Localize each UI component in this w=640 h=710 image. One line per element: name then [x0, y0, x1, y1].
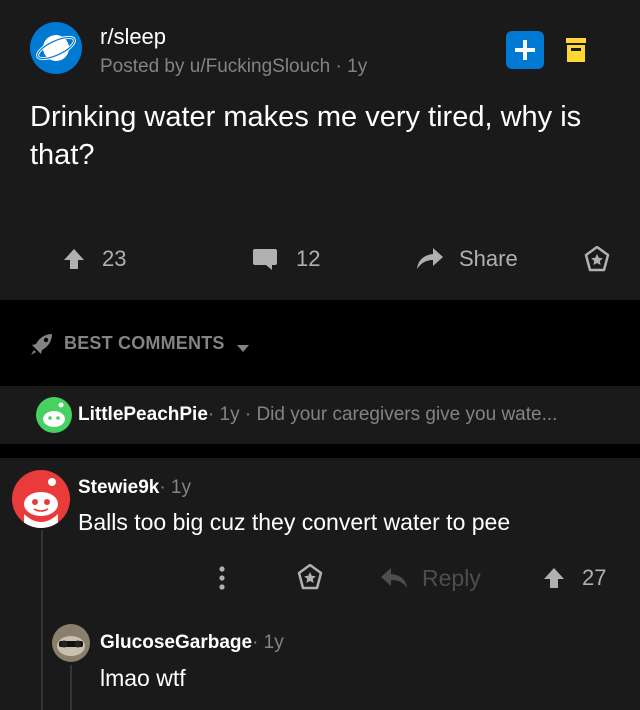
comment-icon: [253, 249, 277, 270]
reply-meta: · 1y: [252, 632, 284, 653]
post-card: r/sleep Posted by u/FuckingSlouch · 1y D…: [0, 0, 640, 300]
reply-label: Reply: [422, 564, 481, 591]
upvote-count: 23: [102, 246, 127, 271]
collapsed-comment-header: LittlePeachPie · 1y · Did your caregiver…: [78, 404, 557, 426]
share-label: Share: [459, 246, 518, 271]
plus-icon: [515, 40, 535, 60]
sort-label[interactable]: BEST COMMENTS: [64, 333, 225, 354]
rocket-icon: [30, 332, 54, 361]
comment-user[interactable]: Stewie9k: [78, 477, 159, 499]
snoo-avatar-icon: [12, 470, 70, 528]
join-button[interactable]: [506, 31, 544, 69]
award-button[interactable]: [584, 238, 610, 280]
reply-body: lmao wtf: [100, 665, 186, 691]
chevron-down-icon[interactable]: [236, 341, 250, 359]
share-button[interactable]: Share: [416, 238, 518, 280]
reply-user[interactable]: GlucoseGarbage: [100, 632, 252, 654]
upvote-icon: [544, 568, 564, 588]
comment-body: Balls too big cuz they convert water to …: [78, 509, 511, 535]
upvote-group[interactable]: 23: [62, 238, 126, 280]
post-actions: 23 12 Share: [0, 238, 640, 280]
award-icon: [584, 246, 610, 272]
collapsed-comment-user[interactable]: LittlePeachPie: [78, 404, 208, 426]
comment-header: Stewie9k · 1y: [78, 477, 191, 499]
thread-line[interactable]: [41, 530, 43, 710]
comment-count: 12: [296, 246, 321, 271]
reply-icon: [381, 568, 407, 588]
avatar: [52, 624, 90, 662]
subreddit-name[interactable]: r/sleep: [100, 24, 166, 50]
comment-actions: Reply 27: [0, 560, 640, 596]
comment-upvote-group[interactable]: 27: [542, 560, 606, 596]
comment-score: 27: [582, 565, 607, 590]
post-meta: Posted by u/FuckingSlouch · 1y: [100, 56, 368, 77]
award-icon[interactable]: [297, 563, 323, 595]
collapsed-comment-meta: · 1y · Did your caregivers give you wate…: [207, 404, 558, 425]
reply-header: GlucoseGarbage · 1y: [100, 632, 284, 654]
planet-icon[interactable]: [30, 22, 82, 74]
reply-button[interactable]: Reply: [380, 560, 481, 596]
upvote-icon: [64, 249, 84, 269]
archive-icon: [566, 38, 586, 62]
comments-group[interactable]: 12: [252, 238, 320, 280]
post-title[interactable]: Drinking water makes me very tired, why …: [30, 98, 620, 174]
thread-line-reply[interactable]: [70, 665, 72, 710]
snoo-avatar-icon: [36, 397, 72, 433]
comment-meta: · 1y: [159, 477, 192, 498]
more-vertical-icon[interactable]: [214, 564, 230, 597]
share-arrow-icon: [417, 248, 443, 269]
